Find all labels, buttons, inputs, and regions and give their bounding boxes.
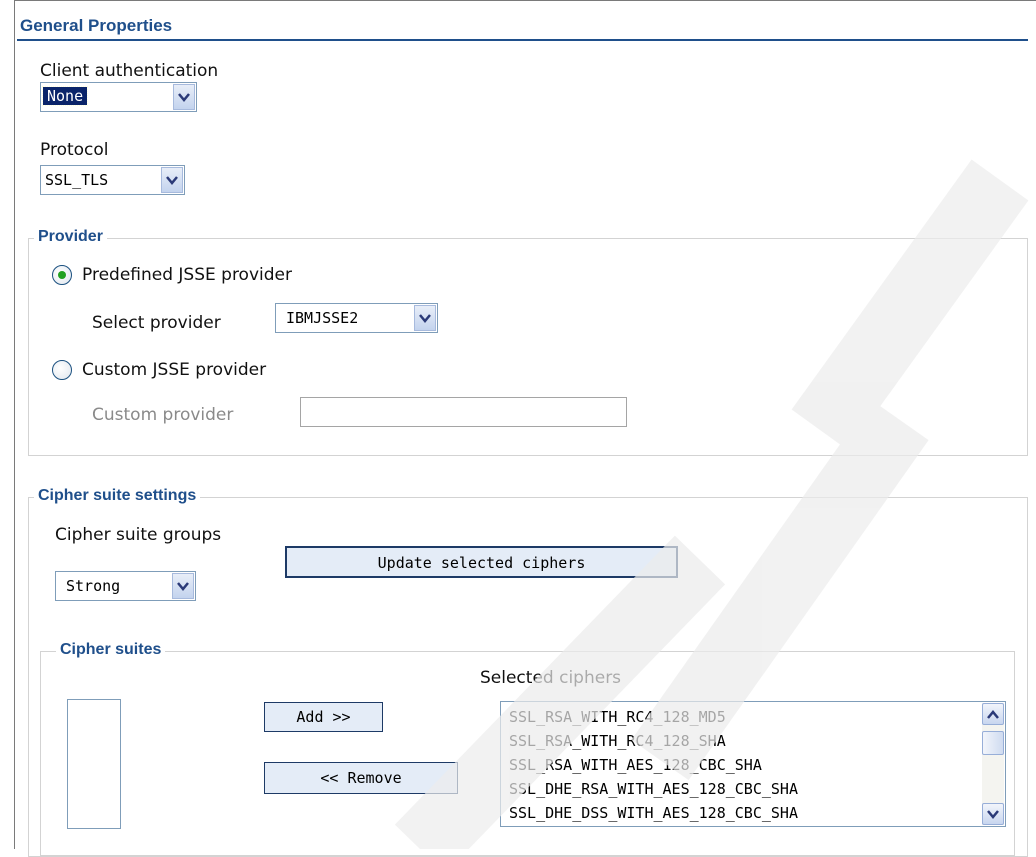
section-title: General Properties bbox=[20, 16, 173, 35]
vertical-scrollbar[interactable] bbox=[982, 703, 1004, 825]
radio-selected-dot bbox=[58, 271, 66, 279]
cipher-groups-select[interactable]: Strong bbox=[55, 571, 196, 601]
protocol-value: SSL_TLS bbox=[45, 171, 109, 189]
client-auth-select[interactable]: None bbox=[40, 82, 197, 112]
scroll-down-arrow-icon[interactable] bbox=[982, 803, 1004, 825]
custom-provider-radio[interactable] bbox=[52, 360, 72, 380]
predefined-provider-label: Predefined JSSE provider bbox=[82, 265, 292, 285]
client-auth-value: None bbox=[41, 86, 89, 106]
list-item[interactable]: SSL_RSA_WITH_RC4_128_SHA bbox=[509, 729, 798, 753]
custom-provider-field-label: Custom provider bbox=[92, 405, 234, 425]
cipher-groups-value: Strong bbox=[66, 577, 121, 595]
select-provider-label: Select provider bbox=[92, 313, 221, 333]
section-divider bbox=[17, 39, 1028, 41]
cipher-groups-label: Cipher suite groups bbox=[55, 525, 222, 545]
custom-provider-input[interactable] bbox=[300, 397, 627, 427]
provider-select[interactable]: IBMJSSE2 bbox=[275, 303, 438, 333]
scroll-up-arrow-icon[interactable] bbox=[982, 703, 1004, 725]
list-item[interactable]: SSL_RSA_WITH_RC4_128_MD5 bbox=[509, 705, 798, 729]
provider-value: IBMJSSE2 bbox=[286, 309, 359, 327]
protocol-label: Protocol bbox=[40, 140, 109, 160]
cipher-settings-legend: Cipher suite settings bbox=[34, 487, 201, 505]
chevron-down-icon[interactable] bbox=[161, 167, 183, 193]
list-item[interactable]: SSL_DHE_RSA_WITH_AES_128_CBC_SHA bbox=[509, 777, 798, 801]
remove-cipher-button[interactable]: << Remove bbox=[264, 762, 458, 794]
client-auth-label: Client authentication bbox=[40, 61, 219, 81]
provider-legend: Provider bbox=[34, 228, 107, 246]
list-item[interactable]: SSL_RSA_WITH_AES_128_CBC_SHA bbox=[509, 753, 798, 777]
update-selected-ciphers-button[interactable]: Update selected ciphers bbox=[285, 546, 678, 578]
protocol-select[interactable]: SSL_TLS bbox=[40, 165, 185, 195]
chevron-down-icon[interactable] bbox=[172, 573, 194, 599]
predefined-provider-radio[interactable] bbox=[52, 265, 72, 285]
list-item[interactable]: SSL_DHE_DSS_WITH_AES_128_CBC_SHA bbox=[509, 801, 798, 825]
scrollbar-thumb[interactable] bbox=[982, 731, 1004, 755]
selected-ciphers-label: Selected ciphers bbox=[480, 668, 622, 688]
cipher-suites-legend: Cipher suites bbox=[56, 641, 166, 659]
add-cipher-button[interactable]: Add >> bbox=[264, 702, 383, 732]
chevron-down-icon[interactable] bbox=[173, 84, 195, 110]
chevron-down-icon[interactable] bbox=[414, 305, 436, 331]
available-ciphers-list[interactable] bbox=[67, 699, 121, 829]
selected-ciphers-list[interactable]: SSL_RSA_WITH_RC4_128_MD5 SSL_RSA_WITH_RC… bbox=[500, 701, 1006, 827]
custom-provider-label: Custom JSSE provider bbox=[82, 360, 267, 380]
